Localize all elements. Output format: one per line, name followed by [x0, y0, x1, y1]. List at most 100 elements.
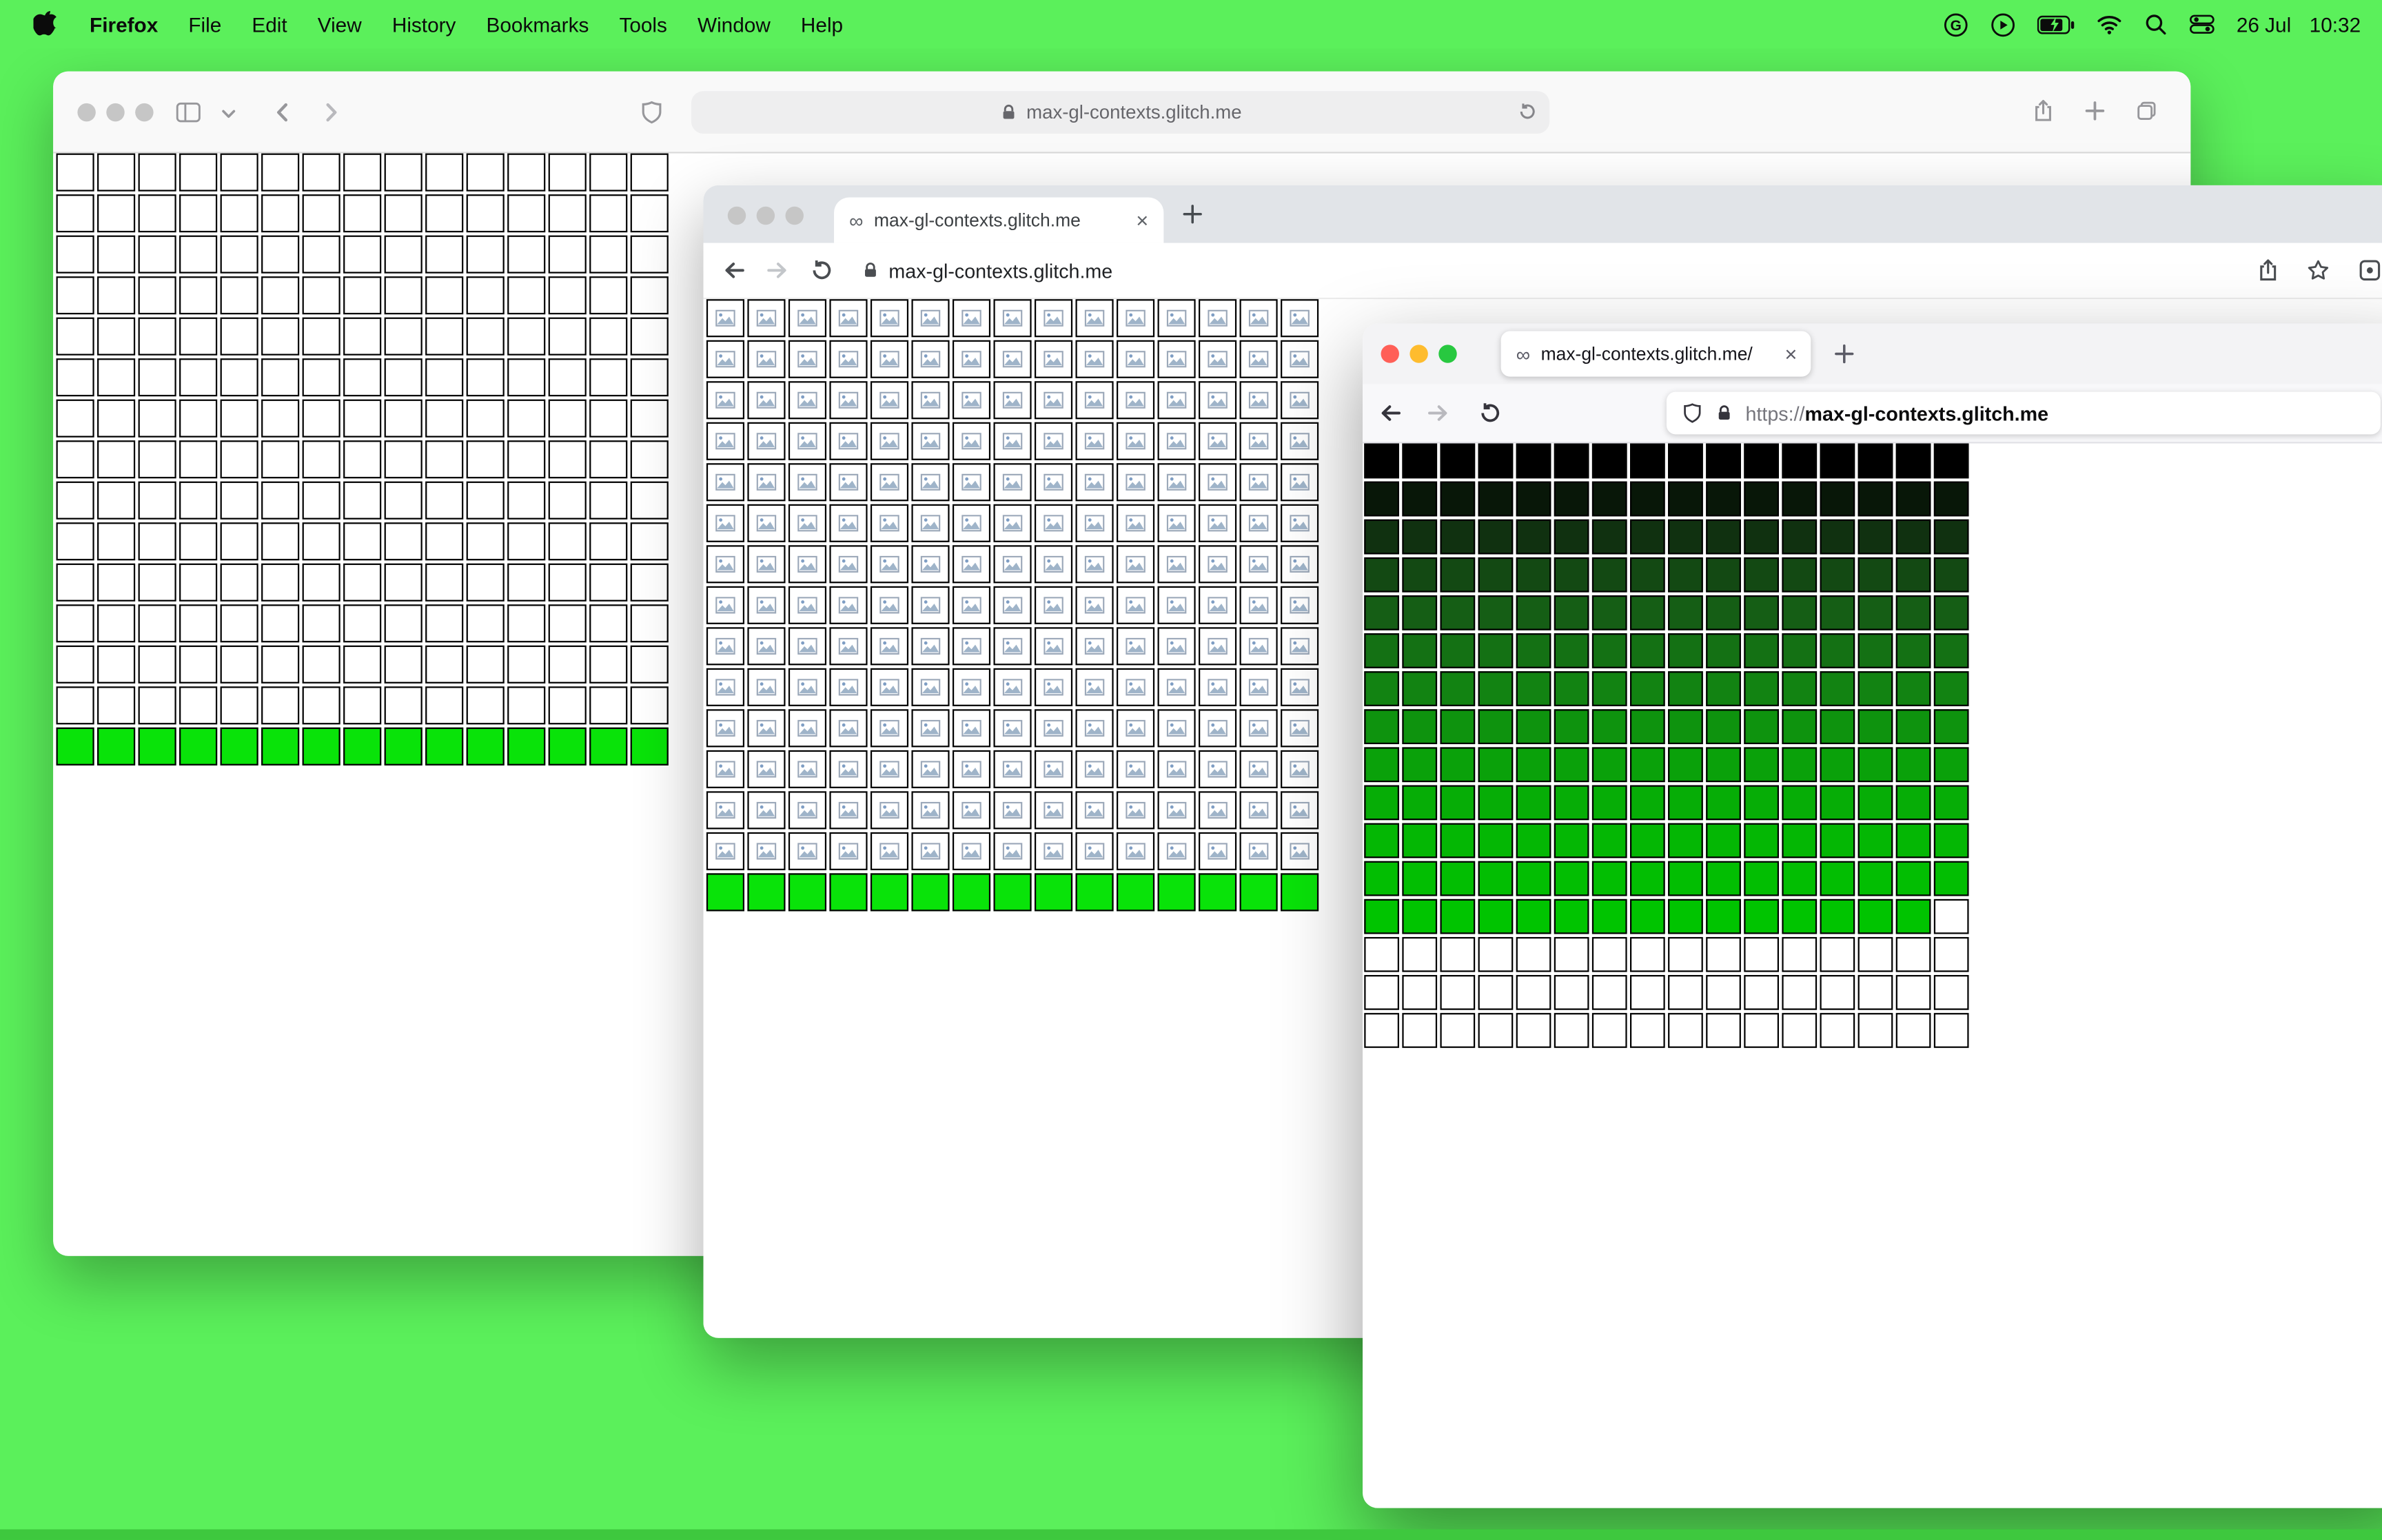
chrome-tab-strip[interactable]: ∞ max-gl-contexts.glitch.me ×: [703, 185, 2382, 243]
canvas-cell: [1516, 747, 1551, 783]
canvas-cell: [1364, 899, 1399, 934]
canvas-cell: [1239, 545, 1278, 584]
address-bar[interactable]: max-gl-contexts.glitch.me: [888, 243, 1112, 298]
back-button[interactable]: [1378, 401, 1402, 425]
menu-file[interactable]: File: [173, 13, 236, 36]
spotlight-search-icon[interactable]: [2144, 12, 2168, 37]
canvas-cell: [507, 563, 546, 602]
reload-button[interactable]: [1478, 401, 1503, 425]
tab-close-icon[interactable]: ×: [1780, 343, 1802, 365]
wifi-icon[interactable]: [2097, 14, 2122, 35]
back-button[interactable]: [722, 258, 746, 283]
grammarly-icon[interactable]: G: [1943, 12, 1968, 37]
broken-image-icon: [1248, 679, 1269, 696]
canvas-cell: [1157, 873, 1196, 912]
canvas-cell: [425, 727, 464, 766]
canvas-cell: [1157, 463, 1196, 502]
broken-image-icon: [756, 597, 777, 614]
menu-window[interactable]: Window: [682, 13, 786, 36]
new-tab-button[interactable]: [1181, 202, 1205, 226]
canvas-cell: [1857, 709, 1893, 745]
canvas-cell: [1199, 586, 1237, 624]
canvas-cell: [589, 399, 628, 438]
lock-icon[interactable]: [862, 261, 879, 279]
broken-image-icon: [1248, 761, 1269, 778]
address-bar[interactable]: https://max-gl-contexts.glitch.me: [1666, 391, 2381, 435]
address-bar[interactable]: max-gl-contexts.glitch.me: [691, 91, 1550, 134]
close-button[interactable]: [727, 206, 746, 225]
menu-help[interactable]: Help: [786, 13, 858, 36]
menu-tools[interactable]: Tools: [604, 13, 682, 36]
extensions-icon[interactable]: [2358, 258, 2382, 283]
menu-app-name[interactable]: Firefox: [74, 13, 173, 36]
canvas-cell: [788, 709, 827, 748]
menu-bookmarks[interactable]: Bookmarks: [471, 13, 604, 36]
canvas-cell: [1199, 299, 1237, 338]
broken-image-icon: [961, 433, 981, 450]
bookmark-star-button[interactable]: [2306, 258, 2330, 283]
minimize-button[interactable]: [756, 206, 775, 225]
share-button[interactable]: [2031, 99, 2055, 123]
forward-button[interactable]: [1427, 401, 1451, 425]
canvas-cell: [1668, 557, 1703, 593]
canvas-cell: [993, 873, 1032, 912]
zoom-button[interactable]: [135, 103, 154, 122]
battery-icon[interactable]: [2037, 14, 2075, 34]
menu-view[interactable]: View: [303, 13, 377, 36]
canvas-cell: [1075, 709, 1114, 748]
chevron-down-icon[interactable]: [221, 106, 237, 121]
minimize-button[interactable]: [106, 103, 125, 122]
close-button[interactable]: [77, 103, 96, 122]
tracking-shield-icon[interactable]: [1682, 402, 1703, 424]
canvas-cell: [1199, 791, 1237, 830]
zoom-button[interactable]: [1438, 345, 1457, 363]
control-center-icon[interactable]: [2189, 14, 2215, 35]
canvas-cell: [788, 832, 827, 870]
zoom-button[interactable]: [785, 206, 804, 225]
broken-image-icon: [1002, 843, 1023, 860]
canvas-cell: [56, 604, 94, 643]
reload-button[interactable]: [1518, 102, 1538, 122]
firefox-toolbar[interactable]: https://max-gl-contexts.glitch.me: [1363, 384, 2382, 444]
tab-close-icon[interactable]: ×: [1133, 209, 1152, 231]
new-tab-button[interactable]: [1832, 342, 1856, 366]
close-button[interactable]: [1381, 345, 1399, 363]
menu-clock[interactable]: 26 Jul 10:32: [2237, 13, 2361, 36]
privacy-shield-icon[interactable]: [640, 100, 664, 124]
forward-button[interactable]: [766, 258, 790, 283]
back-button[interactable]: [270, 100, 294, 124]
browser-tab[interactable]: ∞ max-gl-contexts.glitch.me/ ×: [1500, 331, 1811, 377]
forward-button[interactable]: [319, 100, 343, 124]
canvas-cell: [1668, 519, 1703, 555]
browser-tab[interactable]: ∞ max-gl-contexts.glitch.me ×: [834, 197, 1164, 243]
safari-toolbar[interactable]: max-gl-contexts.glitch.me: [53, 71, 2191, 154]
apple-menu[interactable]: [21, 10, 74, 38]
firefox-tab-strip[interactable]: ∞ max-gl-contexts.glitch.me/ ×: [1363, 323, 2382, 384]
canvas-cell: [56, 399, 94, 438]
canvas-cell: [343, 358, 382, 397]
canvas-cell: [1402, 519, 1438, 555]
broken-image-icon: [1044, 309, 1063, 327]
canvas-cell: [1591, 481, 1627, 517]
minimize-button[interactable]: [1409, 345, 1428, 363]
lock-icon[interactable]: [1715, 404, 1733, 422]
tab-overview-button[interactable]: [2135, 99, 2159, 123]
canvas-cell: [1554, 671, 1589, 706]
canvas-cell: [1516, 899, 1551, 934]
media-play-icon[interactable]: [1991, 12, 2016, 37]
reload-button[interactable]: [810, 258, 834, 283]
canvas-cell: [1668, 595, 1703, 630]
canvas-cell: [630, 235, 669, 274]
chrome-toolbar[interactable]: max-gl-contexts.glitch.me: [703, 243, 2382, 300]
sidebar-toggle-icon[interactable]: [174, 100, 202, 124]
broken-image-icon: [1002, 637, 1023, 655]
share-button[interactable]: [2256, 258, 2280, 283]
menu-history[interactable]: History: [377, 13, 471, 36]
canvas-cell: [302, 235, 340, 274]
canvas-cell: [548, 563, 587, 602]
broken-image-icon: [756, 473, 777, 491]
broken-image-icon: [756, 309, 777, 327]
menu-time: 10:32: [2309, 12, 2361, 36]
menu-edit[interactable]: Edit: [236, 13, 302, 36]
new-tab-button[interactable]: [2083, 99, 2107, 123]
